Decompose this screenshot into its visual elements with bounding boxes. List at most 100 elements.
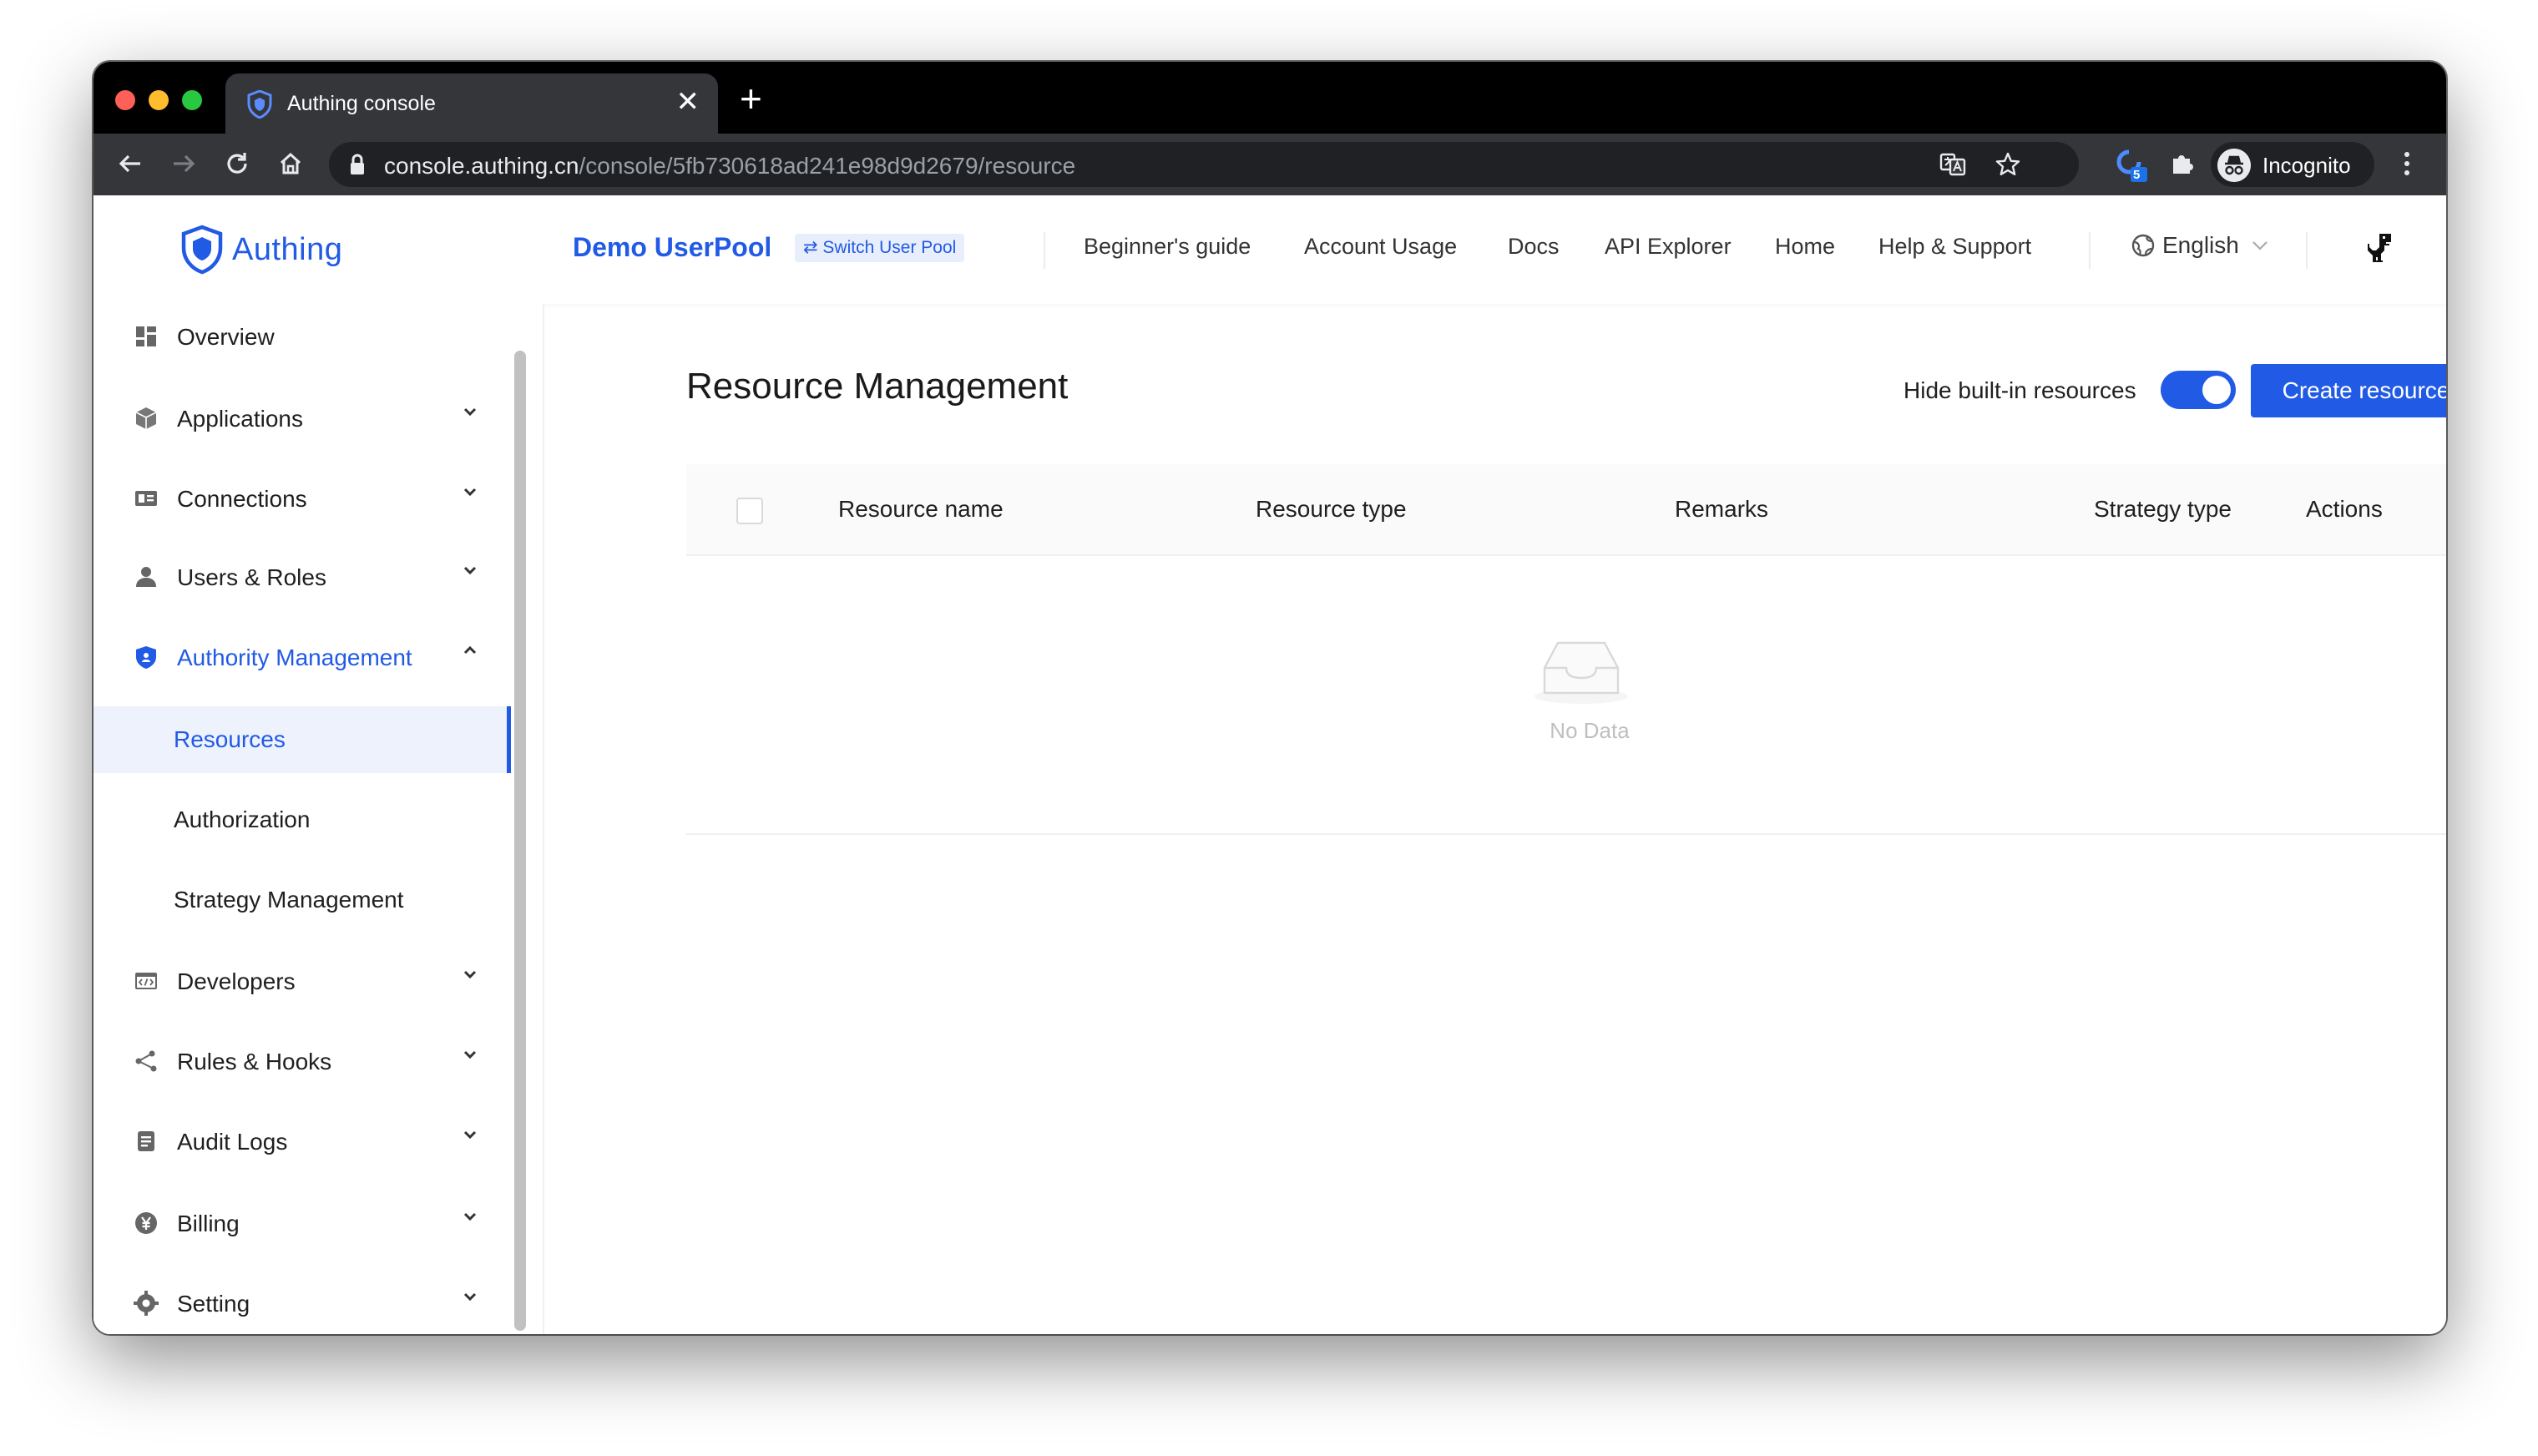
sidebar-item-label: Applications: [177, 406, 303, 432]
tab-close-icon[interactable]: ✕: [676, 85, 700, 119]
create-resources-button[interactable]: Create resources: [2251, 364, 2446, 417]
sidebar-item-label: Billing: [177, 1211, 240, 1236]
sidebar-item-overview[interactable]: Overview: [94, 304, 511, 371]
sidebar-subitem-resources[interactable]: Resources: [94, 706, 511, 773]
sidebar-item-audit-logs[interactable]: Audit Logs: [94, 1109, 511, 1175]
logo-text: Authing: [232, 231, 343, 267]
address-bar[interactable]: console.authing.cn/console/5fb730618ad24…: [329, 142, 2079, 187]
select-all-checkbox[interactable]: [736, 498, 763, 524]
nav-beginners-guide[interactable]: Beginner's guide: [1084, 234, 1251, 260]
chevron-down-icon: [463, 1212, 477, 1221]
document-icon: [138, 1131, 154, 1151]
sidebar-item-label: Overview: [177, 324, 275, 350]
sidebar-subitem-label: Resources: [174, 726, 286, 752]
nav-docs[interactable]: Docs: [1508, 234, 1560, 260]
sidebar-item-setting[interactable]: Setting: [94, 1271, 511, 1334]
new-tab-button[interactable]: +: [740, 78, 762, 119]
sidebar-item-label: Setting: [177, 1291, 250, 1317]
page-title: Resource Management: [686, 366, 1069, 407]
sidebar-item-label: Connections: [177, 486, 307, 512]
close-window-button[interactable]: [115, 90, 135, 110]
column-actions: Actions: [2306, 496, 2383, 522]
chevron-down-icon: [463, 407, 477, 417]
user-pool-name[interactable]: Demo UserPool: [573, 232, 771, 263]
maximize-window-button[interactable]: [182, 90, 202, 110]
table-header: Resource name Resource type Remarks Stra…: [686, 464, 2446, 556]
console-page: Authing Demo UserPool ⇄ Switch User Pool…: [94, 195, 2446, 1334]
sidebar-item-developers[interactable]: Developers: [94, 948, 511, 1015]
column-strategy-type: Strategy type: [2094, 496, 2232, 522]
sidebar-scrollbar[interactable]: [514, 351, 526, 1331]
back-icon[interactable]: [115, 149, 145, 179]
id-card-icon: [135, 491, 157, 506]
globe-icon: [2131, 234, 2155, 257]
chevron-down-icon: [463, 1050, 477, 1059]
chevron-down-icon: [2252, 241, 2268, 250]
hide-builtin-toggle[interactable]: [2161, 371, 2236, 409]
url-text: console.authing.cn/console/5fb730618ad24…: [384, 153, 1075, 179]
more-menu-icon[interactable]: [2394, 147, 2419, 180]
header-divider: [1044, 232, 1045, 269]
extensions-puzzle-icon[interactable]: [2167, 149, 2197, 179]
bookmark-star-icon[interactable]: [1994, 150, 2022, 179]
sidebar-item-authority-management[interactable]: Authority Management: [94, 624, 511, 691]
incognito-label: Incognito: [2262, 153, 2351, 178]
sidebar-subitem-label: Strategy Management: [174, 887, 404, 913]
authing-favicon-icon: [247, 90, 272, 119]
header-divider: [2089, 232, 2091, 269]
gear-icon: [134, 1291, 159, 1316]
browser-toolbar: console.authing.cn/console/5fb730618ad24…: [94, 134, 2446, 195]
column-remarks: Remarks: [1675, 496, 1769, 522]
user-icon: [136, 567, 156, 587]
sidebar-item-rules-hooks[interactable]: Rules & Hooks: [94, 1029, 511, 1095]
reload-icon[interactable]: [222, 149, 252, 179]
sidebar-item-applications[interactable]: Applications: [94, 386, 511, 452]
lock-icon: [351, 154, 364, 174]
sidebar-item-users-roles[interactable]: Users & Roles: [94, 544, 511, 611]
sidebar-subitem-strategy-management[interactable]: Strategy Management: [94, 867, 511, 933]
chevron-down-icon: [463, 1292, 477, 1302]
toggle-knob: [2202, 376, 2231, 404]
column-resource-name: Resource name: [838, 496, 1004, 522]
chevron-up-icon: [463, 645, 477, 655]
nav-account-usage[interactable]: Account Usage: [1304, 234, 1457, 260]
code-icon: [135, 973, 157, 989]
yen-icon: [135, 1212, 157, 1234]
nav-help-support[interactable]: Help & Support: [1878, 234, 2031, 260]
url-host: console.authing.cn: [384, 153, 579, 179]
empty-inbox-icon: [1534, 641, 1628, 704]
chevron-down-icon: [463, 970, 477, 979]
incognito-profile-button[interactable]: Incognito: [2211, 142, 2374, 187]
share-icon: [135, 1050, 157, 1072]
main-content: Resource Management Hide built-in resour…: [561, 304, 2446, 1334]
sidebar-item-label: Authority Management: [177, 645, 412, 670]
sidebar-item-connections[interactable]: Connections: [94, 466, 511, 533]
nav-home[interactable]: Home: [1775, 234, 1835, 260]
user-avatar-dino-icon[interactable]: [2364, 232, 2394, 265]
authing-logo[interactable]: Authing: [180, 222, 342, 277]
hide-builtin-label: Hide built-in resources: [1904, 377, 2136, 403]
browser-window: Authing console ✕ + console.authing.cn/c…: [94, 62, 2446, 1334]
dashboard-icon: [136, 326, 156, 346]
app-header: Authing Demo UserPool ⇄ Switch User Pool…: [94, 195, 2446, 304]
forward-icon[interactable]: [169, 149, 199, 179]
header-divider: [2306, 232, 2308, 269]
extension-badge-icon[interactable]: [2114, 147, 2151, 184]
sidebar-item-billing[interactable]: Billing: [94, 1191, 511, 1257]
minimize-window-button[interactable]: [149, 90, 169, 110]
sidebar-subitem-authorization[interactable]: Authorization: [94, 786, 511, 853]
translate-icon[interactable]: [1939, 150, 1967, 179]
authing-shield-icon: [181, 225, 223, 275]
language-label: English: [2162, 232, 2239, 258]
incognito-avatar-icon: [2217, 149, 2251, 182]
tab-title: Authing console: [287, 92, 436, 115]
browser-tab[interactable]: Authing console ✕: [225, 73, 718, 134]
empty-state-text: No Data: [1550, 718, 1630, 743]
chevron-down-icon: [463, 488, 477, 497]
home-icon[interactable]: [276, 149, 306, 179]
cube-icon: [135, 407, 157, 429]
language-selector[interactable]: English: [2131, 232, 2269, 259]
nav-api-explorer[interactable]: API Explorer: [1605, 234, 1732, 260]
switch-user-pool-button[interactable]: ⇄ Switch User Pool: [795, 234, 965, 262]
resources-table: Resource name Resource type Remarks Stra…: [686, 464, 2446, 835]
